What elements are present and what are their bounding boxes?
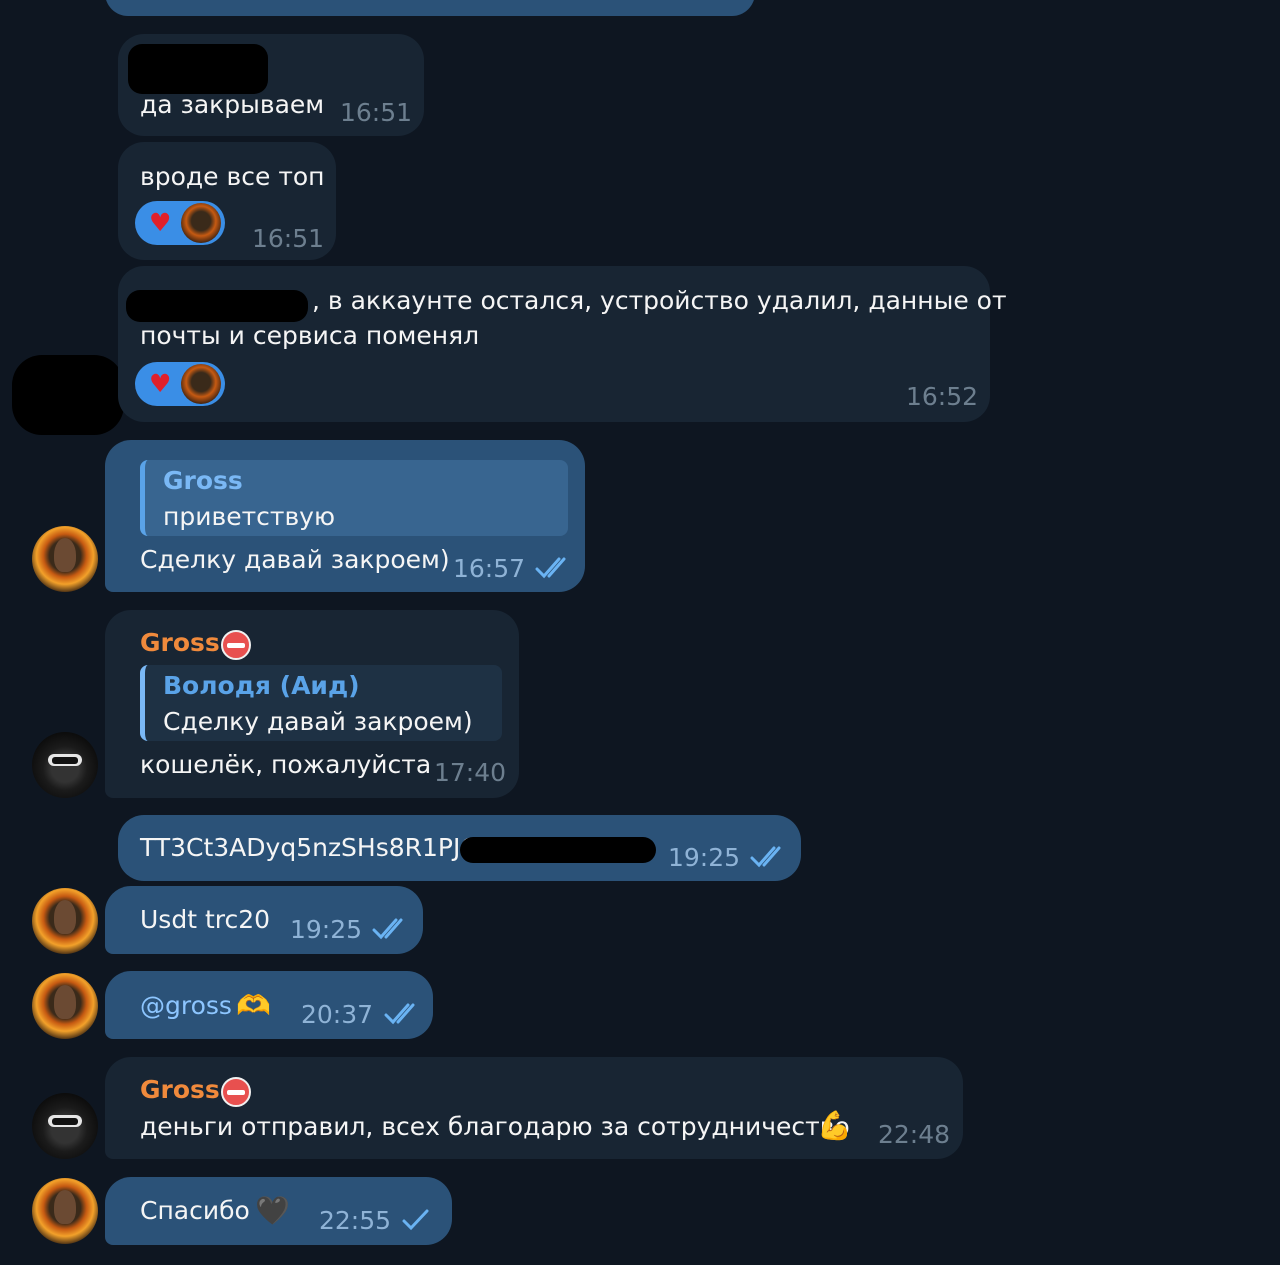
double-check-icon [750,846,781,868]
message-time: 16:51 [340,98,413,127]
reaction-chip[interactable]: ♥ [135,362,225,406]
message-time: 16:52 [906,382,979,411]
message-bubble[interactable]: вроде все топ ♥ 16:51 [118,142,336,260]
heart-hands-icon: 🫶 [236,989,271,1022]
double-check-icon [384,1003,415,1025]
no-entry-icon [221,630,251,660]
avatar[interactable] [32,888,98,954]
message-time: 22:48 [878,1120,951,1149]
redacted-sender [128,44,268,94]
reactor-avatar [181,203,221,243]
reply-author: Gross [163,466,243,495]
reply-text: приветствую [163,502,336,531]
message-text: вроде все топ [140,162,325,191]
message-text: TT3Ct3ADyq5nzSHs8R1PJC [140,833,478,862]
message-text: да закрываем [140,90,325,119]
avatar[interactable] [32,526,98,592]
message-text-line2: почты и сервиса поменял [140,321,480,350]
message-time: 16:57 [453,554,526,583]
flexed-biceps-icon: 💪 [817,1109,852,1142]
message-bubble-outgoing[interactable]: Usdt trc20 19:25 [105,886,423,954]
reply-text: Сделку давай закроем) [163,707,473,736]
sender-name[interactable]: Gross [140,1075,220,1104]
message-bubble[interactable]: да закрываем 16:51 [118,34,424,136]
message-bubble-outgoing[interactable]: Спасибо 🖤 22:55 [105,1177,452,1245]
message-bubble-cut [105,0,755,16]
message-text: Спасибо [140,1196,250,1225]
black-heart-icon: 🖤 [255,1194,290,1227]
message-time: 20:37 [301,1000,374,1029]
message-text: деньги отправил, всех благодарю за сотру… [140,1112,850,1141]
redacted-avatar [12,355,124,435]
avatar[interactable] [32,732,98,798]
reaction-chip[interactable]: ♥ [135,201,225,245]
double-check-icon [372,918,403,940]
heart-icon: ♥ [149,208,172,237]
heart-icon: ♥ [149,369,172,398]
message-bubble[interactable]: , в аккаунте остался, устройство удалил,… [118,266,1007,422]
reactor-avatar [181,364,221,404]
message-bubble-outgoing[interactable]: TT3Ct3ADyq5nzSHs8R1PJC 19:25 [118,815,801,881]
message-bubble[interactable]: Gross деньги отправил, всех благодарю за… [105,1057,963,1159]
reply-quote[interactable]: Gross приветствую [140,460,568,536]
message-time: 19:25 [668,843,741,872]
redacted-text [126,290,308,322]
avatar[interactable] [32,1178,98,1244]
message-text: кошелёк, пожалуйста [140,750,432,779]
no-entry-icon [221,1077,251,1107]
avatar[interactable] [32,1093,98,1159]
single-check-icon [402,1209,429,1231]
message-bubble-outgoing[interactable]: Gross приветствую Сделку давай закроем) … [105,440,585,592]
reply-quote[interactable]: Володя (Аид) Сделку давай закроем) [140,665,502,741]
avatar[interactable] [32,973,98,1039]
message-bubble[interactable]: Gross Володя (Аид) Сделку давай закроем)… [105,610,519,798]
message-time: 16:51 [252,224,325,253]
message-time: 19:25 [290,915,363,944]
double-check-icon [535,557,566,579]
mention-link[interactable]: @gross [140,989,232,1023]
message-text: Сделку давай закроем) [140,545,450,574]
reply-author: Володя (Аид) [163,671,360,700]
message-time: 22:55 [319,1206,392,1235]
sender-name[interactable]: Gross [140,628,220,657]
message-text: Usdt trc20 [140,905,271,934]
message-bubble-outgoing[interactable]: @gross 🫶 20:37 [105,971,433,1039]
message-time: 17:40 [434,758,507,787]
message-text-line1: , в аккаунте остался, устройство удалил,… [312,286,1007,315]
redacted-text [460,837,656,863]
